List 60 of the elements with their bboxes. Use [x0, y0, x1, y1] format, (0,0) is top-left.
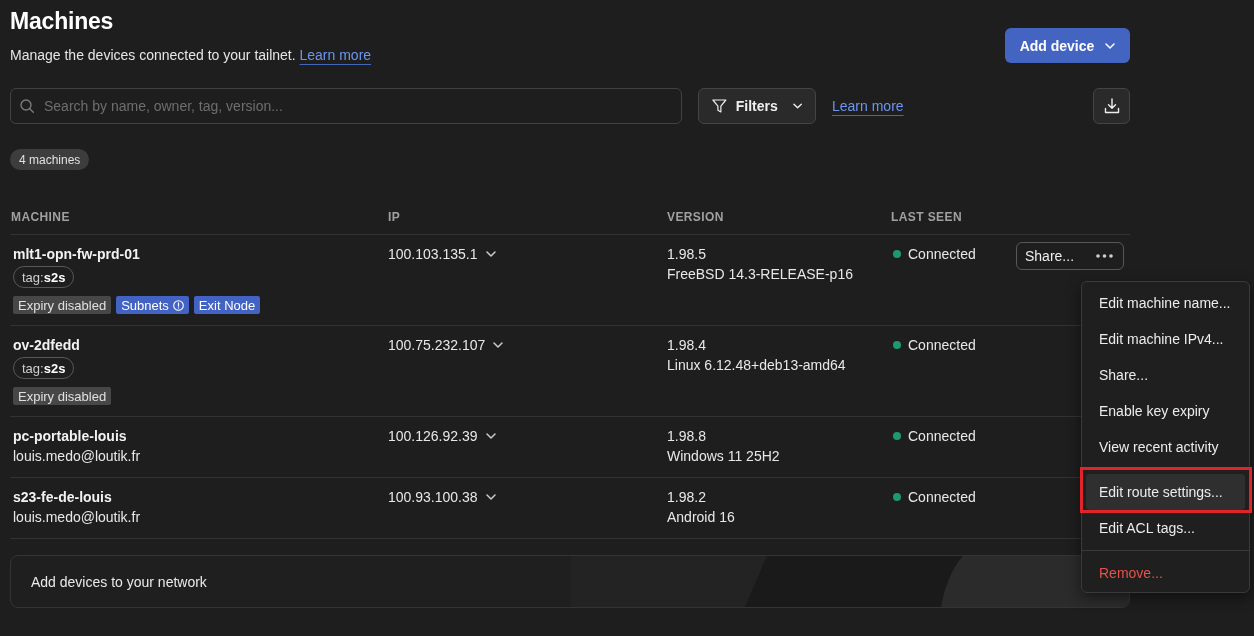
- os-version: Android 16: [667, 508, 736, 527]
- client-version: 1.98.8: [667, 427, 707, 446]
- search-icon: [20, 99, 34, 113]
- column-header: MACHINE: [11, 210, 70, 224]
- add-device-button[interactable]: Add device: [1005, 28, 1130, 63]
- machine-name: ov-2dfedd: [13, 336, 80, 355]
- last-seen-status: Connected: [908, 336, 976, 355]
- client-version: 1.98.5: [667, 245, 707, 264]
- status-badge: Expiry disabled: [13, 387, 112, 405]
- last-seen-status: Connected: [908, 245, 976, 264]
- client-version: 1.98.4: [667, 336, 707, 355]
- filters-button[interactable]: Filters: [698, 88, 816, 124]
- os-version: FreeBSD 14.3-RELEASE-p16: [667, 265, 854, 284]
- menu-item[interactable]: Edit ACL tags...: [1086, 510, 1245, 546]
- os-version: Linux 6.12.48+deb13-amd64: [667, 356, 847, 375]
- last-seen-status: Connected: [908, 427, 976, 446]
- last-seen-status: Connected: [908, 488, 976, 507]
- menu-item[interactable]: Edit machine IPv4...: [1086, 321, 1245, 357]
- download-icon: [1103, 98, 1120, 114]
- chevron-down-icon: [792, 103, 802, 109]
- chevron-down-icon: [485, 494, 496, 500]
- machine-count-badge: 4 machines: [10, 149, 90, 170]
- os-version: Windows 11 25H2: [667, 447, 781, 466]
- menu-item[interactable]: Remove...: [1086, 555, 1245, 591]
- chevron-down-icon: [493, 342, 504, 348]
- ip-address-dropdown[interactable]: 100.103.135.1: [388, 244, 496, 264]
- learn-more-link[interactable]: Learn more: [832, 98, 904, 114]
- card-title: Add devices to your network: [30, 573, 207, 590]
- chevron-down-icon: [485, 251, 496, 257]
- status-badge: Subnets: [116, 296, 189, 314]
- owner-email: louis.medo@loutik.fr: [13, 447, 141, 466]
- column-header: IP: [388, 210, 401, 224]
- status-badge: Expiry disabled: [13, 296, 112, 314]
- download-button[interactable]: [1093, 88, 1130, 124]
- column-header: VERSION: [667, 210, 724, 224]
- menu-item[interactable]: Edit route settings...: [1086, 474, 1245, 510]
- machine-name: s23-fe-de-louis: [13, 488, 112, 507]
- menu-item[interactable]: Edit machine name...: [1086, 285, 1245, 321]
- menu-item[interactable]: Share...: [1086, 357, 1245, 393]
- learn-more-link[interactable]: Learn more: [299, 47, 372, 63]
- page-description: Manage the devices connected to your tailnet. Learn more: [10, 46, 372, 65]
- machine-name: mlt1-opn-fw-prd-01: [13, 245, 140, 264]
- machine-name: pc-portable-louis: [13, 427, 127, 446]
- ellipsis-icon: [1096, 254, 1113, 258]
- funnel-icon: [712, 98, 727, 114]
- menu-item[interactable]: Enable key expiry: [1086, 393, 1245, 429]
- share-button[interactable]: Share...: [1025, 248, 1075, 264]
- ip-address-dropdown[interactable]: 100.93.100.38: [388, 487, 496, 507]
- owner-email: louis.medo@loutik.fr: [13, 508, 141, 527]
- menu-item[interactable]: View recent activity: [1086, 429, 1245, 465]
- status-badge: Exit Node: [193, 296, 261, 314]
- page-title: Machines: [10, 7, 115, 36]
- chevron-down-icon: [1105, 42, 1116, 49]
- client-version: 1.98.2: [667, 488, 707, 507]
- ip-address-dropdown[interactable]: 100.75.232.107: [388, 335, 504, 355]
- search-field[interactable]: Search by name, owner, tag, version...: [10, 88, 682, 124]
- chevron-down-icon: [485, 433, 496, 439]
- more-options-button[interactable]: [1096, 254, 1113, 258]
- column-header: LAST SEEN: [891, 210, 962, 224]
- ip-address-dropdown[interactable]: 100.126.92.39: [388, 426, 496, 446]
